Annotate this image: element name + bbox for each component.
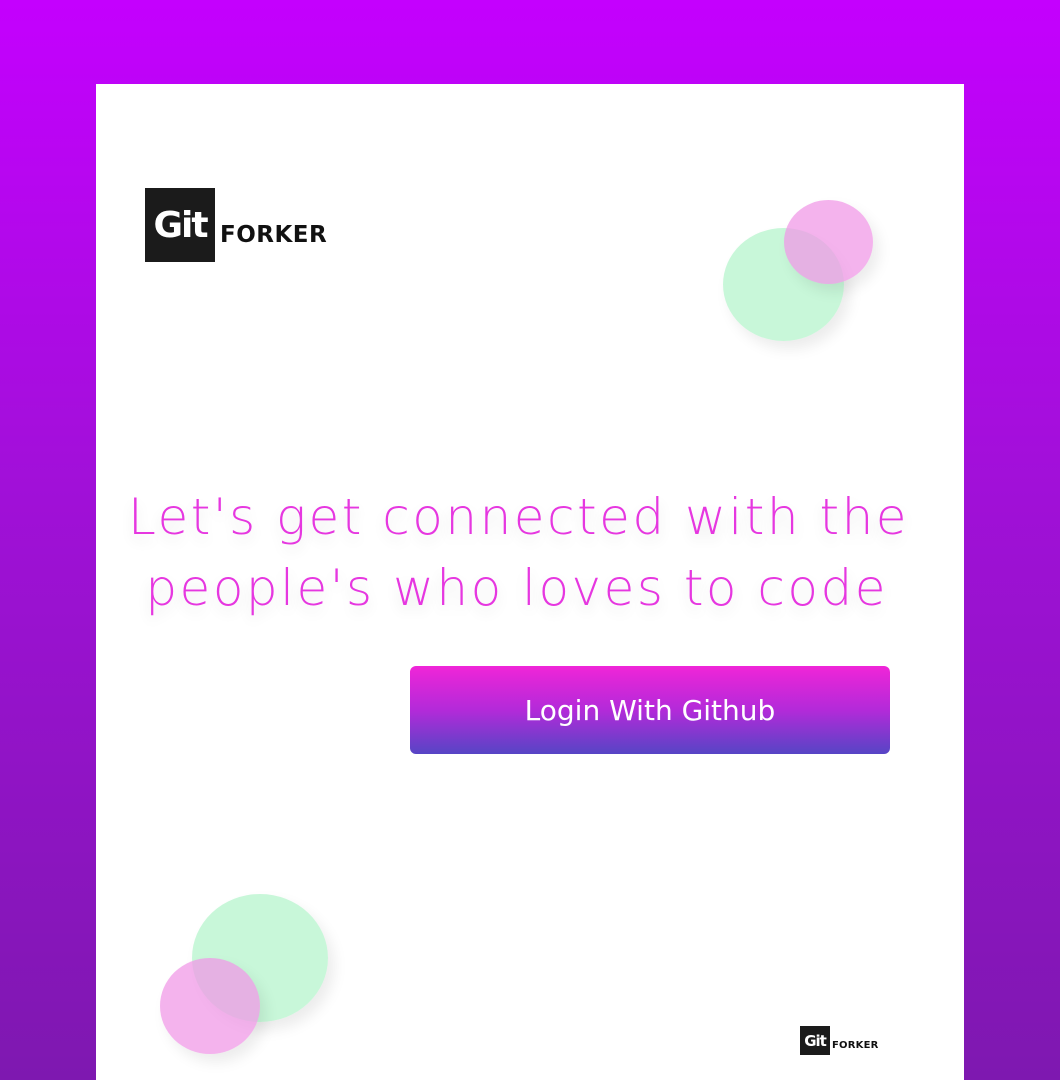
logo-wordmark: FORKER	[220, 222, 328, 248]
footer-logo-wordmark: FORKER	[832, 1040, 879, 1051]
login-with-github-button[interactable]: Login With Github	[410, 666, 890, 754]
login-card: Git FORKER Let's get connected with the …	[96, 84, 964, 1080]
logo-mark: Git	[145, 188, 215, 262]
footer-logo-mark: Git	[800, 1026, 830, 1055]
footer-logo-mark-text: Git	[804, 1031, 827, 1050]
footer-logo: Git FORKER	[800, 1026, 879, 1055]
headline-line-1: Let's get connected with the	[128, 488, 910, 546]
logo-mark-text: Git	[153, 204, 208, 246]
decorative-circle-pink-bottom	[160, 958, 260, 1054]
headline-line-2: people's who loves to code	[145, 559, 888, 617]
gitforker-logo: Git FORKER	[145, 188, 327, 262]
headline: Let's get connected with the people's wh…	[128, 482, 910, 624]
decorative-circle-pink-top	[784, 200, 873, 284]
